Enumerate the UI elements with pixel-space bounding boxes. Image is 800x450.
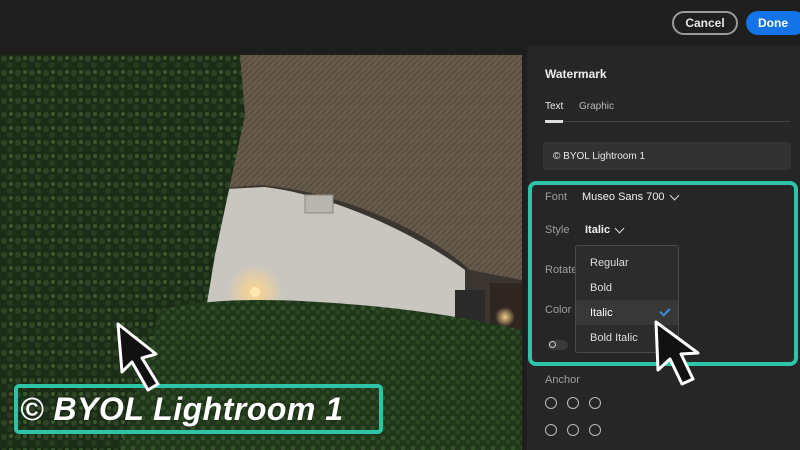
watermark-highlight-box (14, 384, 383, 434)
mouse-cursor-icon (654, 320, 700, 386)
done-button[interactable]: Done (746, 11, 800, 35)
watermark-text-input[interactable]: © BYOL Lightroom 1 (543, 142, 791, 170)
dropdown-option-regular[interactable]: Regular (576, 250, 678, 275)
anchor-radio-middle-left[interactable] (545, 424, 557, 436)
anchor-radio-top-left[interactable] (545, 397, 557, 409)
checkmark-icon (659, 305, 671, 317)
tab-graphic[interactable]: Graphic (579, 101, 614, 112)
tab-divider (545, 121, 790, 122)
tab-text[interactable]: Text (545, 101, 563, 112)
dropdown-option-bold[interactable]: Bold (576, 275, 678, 300)
dropdown-option-label: Italic (590, 306, 613, 319)
top-bar: Cancel Done (0, 0, 800, 46)
tab-active-indicator (545, 120, 563, 123)
arrow-pointer-icon (116, 322, 160, 392)
anchor-radio-top-right[interactable] (589, 397, 601, 409)
anchor-radio-middle-center[interactable] (567, 424, 579, 436)
anchor-radio-middle-right[interactable] (589, 424, 601, 436)
anchor-label: Anchor (545, 374, 580, 386)
cancel-button[interactable]: Cancel (672, 11, 738, 35)
panel-title: Watermark (545, 67, 607, 81)
anchor-radio-top-center[interactable] (567, 397, 579, 409)
